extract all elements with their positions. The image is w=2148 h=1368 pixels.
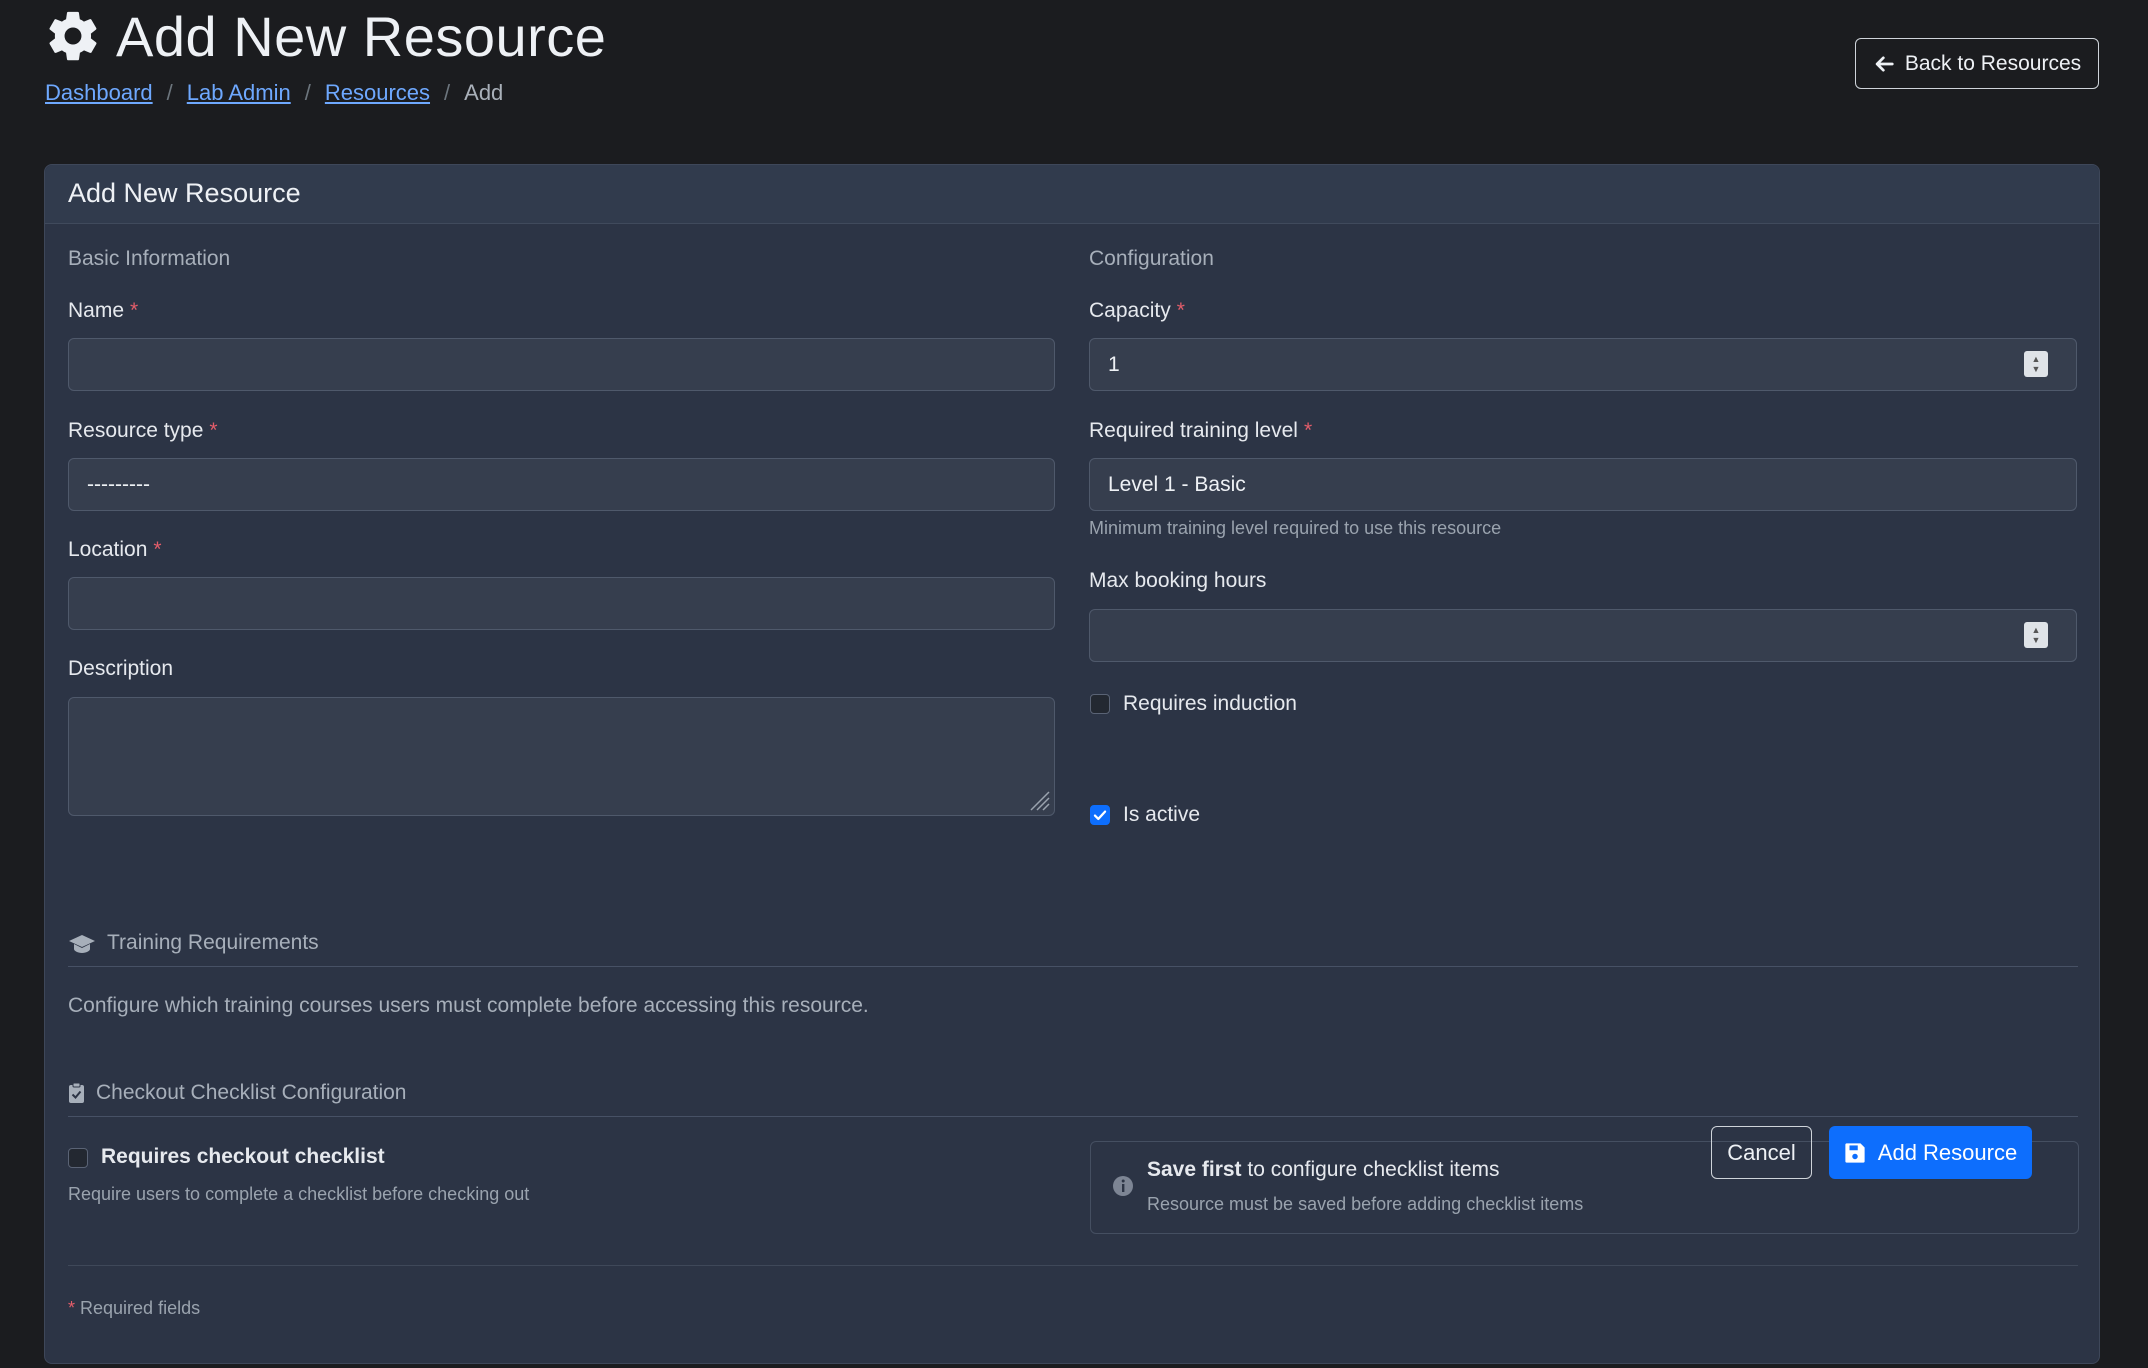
cancel-button[interactable]: Cancel bbox=[1711, 1126, 1812, 1179]
chevron-down-icon: ▼ bbox=[2031, 635, 2041, 645]
breadcrumb: Dashboard / Lab Admin / Resources / Add bbox=[45, 80, 503, 106]
name-input[interactable] bbox=[68, 338, 1055, 391]
max-booking-hours-label: Max booking hours bbox=[1089, 569, 1267, 592]
required-fields-text: Required fields bbox=[75, 1298, 201, 1318]
capacity-label: Capacity * bbox=[1089, 299, 1185, 323]
page-title: Add New Resource bbox=[116, 4, 607, 68]
save-first-message: Save first to configure checklist items bbox=[1147, 1158, 1500, 1182]
requires-induction-checkbox[interactable] bbox=[1090, 694, 1110, 714]
add-resource-button[interactable]: Add Resource bbox=[1829, 1126, 2032, 1179]
clipboard-check-icon bbox=[69, 1082, 84, 1103]
requires-induction-label[interactable]: Requires induction bbox=[1123, 692, 1297, 716]
capacity-label-text: Capacity bbox=[1089, 299, 1171, 322]
gear-icon bbox=[49, 11, 97, 61]
resource-type-label-text: Resource type bbox=[68, 419, 204, 442]
divider bbox=[68, 1116, 2078, 1117]
is-active-checkbox[interactable] bbox=[1090, 805, 1110, 825]
training-level-label-text: Required training level bbox=[1089, 419, 1298, 442]
training-requirements-text: Configure which training courses users m… bbox=[68, 994, 869, 1017]
configuration-heading: Configuration bbox=[1089, 247, 1214, 270]
divider bbox=[68, 1265, 2078, 1266]
graduation-cap-icon bbox=[69, 935, 95, 953]
chevron-up-icon: ▲ bbox=[2031, 354, 2041, 364]
required-fields-note: * Required fields bbox=[68, 1298, 200, 1319]
breadcrumb-resources-link[interactable]: Resources bbox=[325, 80, 430, 106]
divider bbox=[68, 966, 2078, 967]
capacity-stepper[interactable]: ▲ ▼ bbox=[2024, 351, 2048, 377]
training-level-help: Minimum training level required to use t… bbox=[1089, 518, 1502, 538]
resize-handle-icon[interactable] bbox=[1027, 788, 1051, 812]
card-title: Add New Resource bbox=[68, 178, 301, 208]
chevron-up-icon: ▲ bbox=[2031, 625, 2041, 635]
capacity-value: 1 bbox=[1108, 352, 1120, 376]
required-asterisk: * bbox=[1176, 299, 1185, 322]
required-asterisk: * bbox=[68, 1298, 76, 1318]
card-header: Add New Resource bbox=[45, 165, 2099, 224]
requires-checklist-help: Require users to complete a checklist be… bbox=[68, 1184, 530, 1204]
breadcrumb-separator: / bbox=[304, 80, 311, 105]
description-label: Description bbox=[68, 657, 174, 680]
arrow-left-icon bbox=[1875, 55, 1894, 72]
resource-type-select[interactable]: --------- bbox=[68, 458, 1055, 511]
cancel-label: Cancel bbox=[1727, 1139, 1796, 1165]
page-title-row: Add New Resource bbox=[44, 4, 606, 68]
info-icon bbox=[1113, 1176, 1133, 1196]
max-booking-hours-stepper[interactable]: ▲ ▼ bbox=[2024, 622, 2048, 648]
breadcrumb-dashboard-link[interactable]: Dashboard bbox=[45, 80, 153, 106]
is-active-label[interactable]: Is active bbox=[1123, 803, 1200, 827]
name-label-text: Name bbox=[68, 299, 125, 322]
requires-checklist-checkbox[interactable] bbox=[68, 1148, 88, 1168]
training-level-label: Required training level * bbox=[1089, 419, 1312, 443]
max-booking-hours-input[interactable]: ▲ ▼ bbox=[1089, 609, 2077, 662]
basic-information-heading: Basic Information bbox=[68, 247, 231, 270]
description-textarea[interactable] bbox=[68, 697, 1055, 816]
resource-form-card: Add New Resource Basic Information Name *… bbox=[44, 164, 2100, 1364]
location-input[interactable] bbox=[68, 577, 1055, 630]
capacity-input[interactable]: 1 ▲ ▼ bbox=[1089, 338, 2077, 391]
add-resource-label: Add Resource bbox=[1877, 1139, 2018, 1165]
training-level-select[interactable]: Level 1 - Basic bbox=[1089, 458, 2077, 511]
back-to-resources-label: Back to Resources bbox=[1904, 51, 2082, 75]
save-icon bbox=[1845, 1142, 1865, 1163]
required-asterisk: * bbox=[1303, 419, 1313, 442]
requires-checklist-label[interactable]: Requires checkout checklist bbox=[101, 1145, 385, 1169]
save-first-bold: Save first bbox=[1147, 1158, 1242, 1181]
resource-type-label: Resource type * bbox=[68, 419, 218, 443]
location-label-text: Location bbox=[68, 538, 148, 561]
required-asterisk: * bbox=[130, 299, 139, 322]
check-icon bbox=[1093, 810, 1107, 821]
breadcrumb-current: Add bbox=[464, 80, 504, 105]
required-asterisk: * bbox=[209, 419, 218, 442]
breadcrumb-separator: / bbox=[166, 80, 173, 105]
back-to-resources-button[interactable]: Back to Resources bbox=[1855, 38, 2099, 89]
location-label: Location * bbox=[68, 538, 162, 562]
breadcrumb-separator: / bbox=[444, 80, 451, 105]
checkout-checklist-heading: Checkout Checklist Configuration bbox=[96, 1081, 407, 1104]
name-label: Name * bbox=[68, 299, 138, 323]
chevron-down-icon: ▼ bbox=[2031, 364, 2041, 374]
save-first-rest: to configure checklist items bbox=[1241, 1158, 1500, 1181]
save-first-subtext: Resource must be saved before adding che… bbox=[1147, 1194, 1584, 1214]
breadcrumb-lab-admin-link[interactable]: Lab Admin bbox=[187, 80, 291, 106]
training-requirements-heading: Training Requirements bbox=[107, 931, 319, 954]
required-asterisk: * bbox=[153, 538, 162, 561]
